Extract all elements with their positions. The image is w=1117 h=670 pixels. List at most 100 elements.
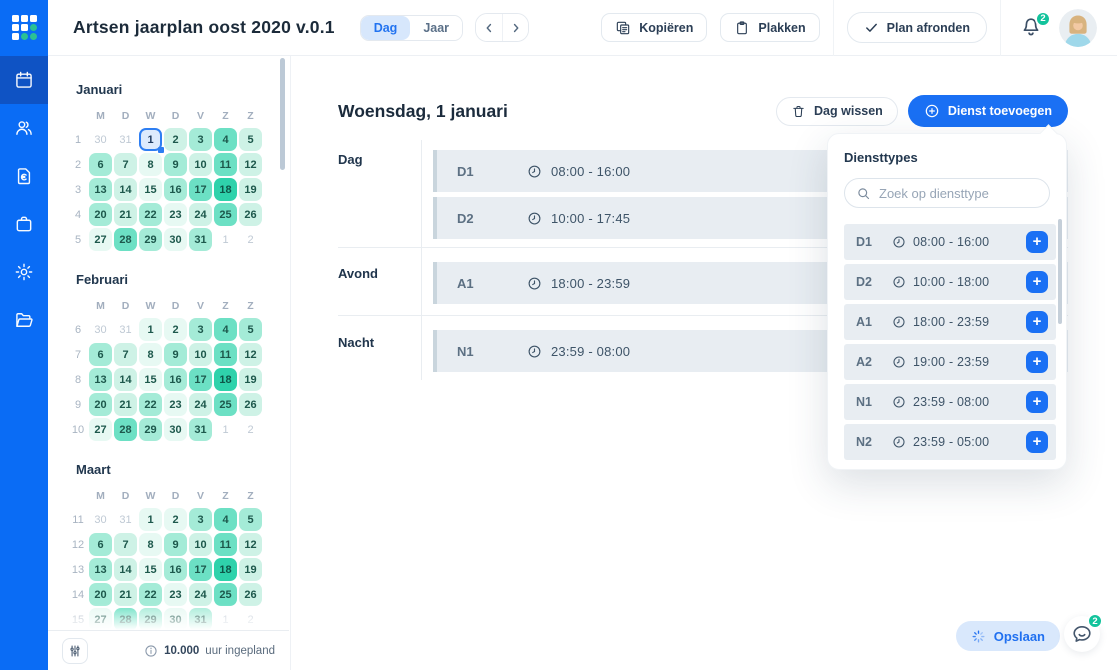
day-cell[interactable]: 18 [214, 558, 237, 581]
sidebar-item-invoices[interactable] [0, 152, 48, 200]
day-cell[interactable]: 11 [214, 533, 237, 556]
avatar[interactable] [1059, 8, 1097, 47]
day-cell[interactable]: 9 [164, 153, 187, 176]
day-cell[interactable]: 12 [239, 343, 262, 366]
day-cell[interactable]: 18 [214, 178, 237, 201]
day-cell[interactable]: 4 [214, 508, 237, 531]
day-cell[interactable]: 20 [89, 583, 112, 606]
shift-type-row-a1[interactable]: A1 18:00 - 23:59 + [844, 304, 1056, 340]
day-cell[interactable]: 28 [114, 418, 137, 441]
day-cell[interactable]: 25 [214, 393, 237, 416]
day-cell[interactable]: 10 [189, 343, 212, 366]
day-cell[interactable]: 26 [239, 393, 262, 416]
day-cell[interactable]: 15 [139, 178, 162, 201]
day-cell[interactable]: 9 [164, 533, 187, 556]
add-shift-type-button[interactable]: + [1026, 351, 1048, 373]
notifications-button[interactable]: 2 [1019, 10, 1051, 41]
day-cell[interactable]: 8 [139, 153, 162, 176]
day-cell[interactable]: 7 [114, 533, 137, 556]
day-cell[interactable]: 19 [239, 368, 262, 391]
day-cell[interactable]: 30 [164, 418, 187, 441]
copy-button[interactable]: Kopiëren [601, 13, 708, 42]
search-input[interactable] [879, 185, 1038, 201]
day-cell[interactable]: 10 [189, 153, 212, 176]
day-cell[interactable]: 3 [189, 128, 212, 151]
shift-type-row-a2[interactable]: A2 19:00 - 23:59 + [844, 344, 1056, 380]
toggle-dag[interactable]: Dag [360, 15, 411, 40]
add-shift-type-button[interactable]: + [1026, 231, 1048, 253]
day-cell[interactable]: 3 [189, 508, 212, 531]
day-cell[interactable]: 24 [189, 393, 212, 416]
day-cell[interactable]: 8 [139, 343, 162, 366]
toggle-jaar[interactable]: Jaar [410, 15, 463, 40]
shift-type-row-d2[interactable]: D2 10:00 - 18:00 + [844, 264, 1056, 300]
day-cell[interactable]: 12 [239, 153, 262, 176]
day-cell[interactable]: 6 [89, 533, 112, 556]
day-cell[interactable]: 13 [89, 178, 112, 201]
day-cell[interactable]: 17 [189, 178, 212, 201]
sidebar-item-settings[interactable] [0, 248, 48, 296]
day-cell[interactable]: 16 [164, 558, 187, 581]
day-cell[interactable]: 10 [189, 533, 212, 556]
day-cell[interactable]: 2 [164, 128, 187, 151]
day-cell[interactable]: 7 [114, 343, 137, 366]
day-cell[interactable]: 14 [114, 178, 137, 201]
day-cell[interactable]: 17 [189, 558, 212, 581]
day-cell[interactable]: 11 [214, 343, 237, 366]
day-cell[interactable]: 14 [114, 558, 137, 581]
day-cell[interactable]: 29 [139, 228, 162, 251]
sidebar-item-users[interactable] [0, 104, 48, 152]
day-cell[interactable]: 15 [139, 368, 162, 391]
day-cell[interactable]: 31 [189, 608, 212, 631]
day-cell[interactable]: 22 [139, 203, 162, 226]
day-cell[interactable]: 19 [239, 558, 262, 581]
shift-type-row-d1[interactable]: D1 08:00 - 16:00 + [844, 224, 1056, 260]
day-cell[interactable]: 6 [89, 153, 112, 176]
day-cell[interactable]: 16 [164, 368, 187, 391]
day-cell[interactable]: 21 [114, 583, 137, 606]
day-cell[interactable]: 12 [239, 533, 262, 556]
day-cell[interactable]: 25 [214, 203, 237, 226]
day-cell[interactable]: 20 [89, 393, 112, 416]
add-shift-type-button[interactable]: + [1026, 271, 1048, 293]
day-cell[interactable]: 4 [214, 128, 237, 151]
day-cell[interactable]: 9 [164, 343, 187, 366]
day-cell[interactable]: 24 [189, 203, 212, 226]
next-day-button[interactable] [502, 14, 529, 41]
day-cell[interactable]: 6 [89, 343, 112, 366]
day-cell[interactable]: 8 [139, 533, 162, 556]
day-cell[interactable]: 30 [164, 228, 187, 251]
paste-button[interactable]: Plakken [720, 13, 820, 42]
day-cell[interactable]: 29 [139, 608, 162, 631]
day-cell[interactable]: 15 [139, 558, 162, 581]
day-cell[interactable]: 31 [189, 228, 212, 251]
add-shift-type-button[interactable]: + [1026, 311, 1048, 333]
day-cell[interactable]: 1 [139, 318, 162, 341]
day-cell[interactable]: 5 [239, 128, 262, 151]
day-cell[interactable]: 28 [114, 608, 137, 631]
filter-button[interactable] [62, 637, 88, 664]
day-cell[interactable]: 27 [89, 228, 112, 251]
sidebar-item-briefcase[interactable] [0, 200, 48, 248]
shift-type-row-n1[interactable]: N1 23:59 - 08:00 + [844, 384, 1056, 420]
day-cell[interactable]: 7 [114, 153, 137, 176]
day-cell[interactable]: 26 [239, 203, 262, 226]
day-cell[interactable]: 22 [139, 583, 162, 606]
day-cell[interactable]: 2 [164, 318, 187, 341]
day-cell[interactable]: 19 [239, 178, 262, 201]
add-shift-button[interactable]: Dienst toevoegen [907, 95, 1068, 127]
day-cell[interactable]: 29 [139, 418, 162, 441]
clear-day-button[interactable]: Dag wissen [776, 96, 898, 126]
day-cell[interactable]: 27 [89, 608, 112, 631]
day-cell[interactable]: 5 [239, 318, 262, 341]
shift-type-row-n2[interactable]: N2 23:59 - 05:00 + [844, 424, 1056, 460]
day-cell[interactable]: 30 [164, 608, 187, 631]
selection-handle[interactable] [158, 147, 164, 153]
sidebar-item-calendar[interactable] [0, 56, 48, 104]
day-cell[interactable]: 23 [164, 583, 187, 606]
day-cell[interactable]: 13 [89, 368, 112, 391]
add-shift-type-button[interactable]: + [1026, 391, 1048, 413]
day-cell[interactable]: 31 [189, 418, 212, 441]
day-cell[interactable]: 4 [214, 318, 237, 341]
day-cell[interactable]: 3 [189, 318, 212, 341]
